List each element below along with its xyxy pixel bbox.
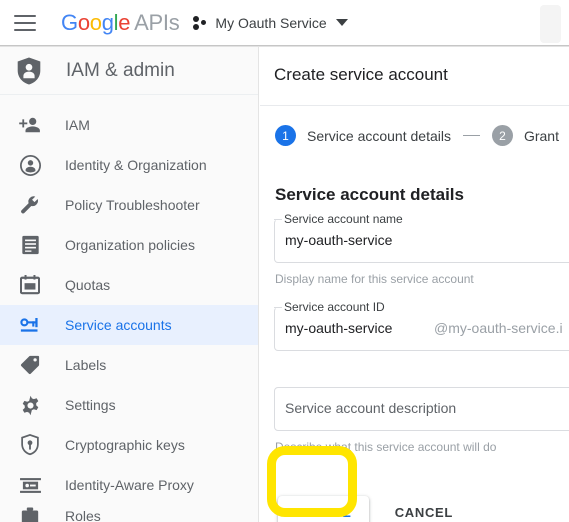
proxy-icon (19, 474, 41, 496)
sidebar-item-label: Service accounts (65, 317, 172, 333)
logo-letter-o2: o (89, 9, 102, 35)
sidebar-item-label: Settings (65, 397, 116, 413)
sidebar-item-identity-organization[interactable]: Identity & Organization (0, 145, 258, 185)
sidebar-item-label: IAM (65, 117, 90, 133)
chevron-down-icon[interactable] (335, 19, 348, 26)
sidebar-item-organization-policies[interactable]: Organization policies (0, 225, 258, 265)
tag-icon (19, 354, 41, 376)
sidebar-item-label: Identity-Aware Proxy (65, 477, 194, 493)
person-add-icon (19, 114, 41, 136)
sidebar-header: IAM & admin (0, 47, 258, 95)
sidebar-item-service-accounts[interactable]: Service accounts (0, 305, 258, 345)
top-right-button[interactable] (540, 5, 561, 43)
hamburger-menu-icon[interactable] (14, 14, 36, 31)
wrench-icon (19, 194, 41, 216)
step-1-number[interactable]: 1 (275, 125, 296, 146)
service-account-description-helper: Describe what this service account will … (275, 440, 497, 454)
top-bar: Google APIs My Oauth Service (0, 0, 569, 45)
sidebar-item-identity-aware-proxy[interactable]: Identity-Aware Proxy (0, 465, 258, 505)
service-account-description-placeholder: Service account description (285, 400, 457, 416)
list-document-icon (19, 234, 41, 256)
cancel-button[interactable]: CANCEL (395, 505, 453, 520)
gear-icon (19, 394, 41, 416)
service-account-name-value[interactable]: my-oauth-service (285, 232, 392, 248)
logo-letter-e: e (118, 9, 131, 35)
service-account-name-helper: Display name for this service account (275, 272, 474, 286)
cloud-project-icon (193, 15, 208, 30)
sidebar-item-label: Roles (65, 508, 101, 522)
sidebar-item-settings[interactable]: Settings (0, 385, 258, 425)
service-account-name-field[interactable]: Service account name my-oauth-service (274, 212, 569, 263)
shield-key-icon (19, 434, 41, 456)
project-name: My Oauth Service (215, 14, 327, 31)
sidebar-item-cryptographic-keys[interactable]: Cryptographic keys (0, 425, 258, 465)
service-account-id-field[interactable]: Service account ID my-oauth-service @my-… (274, 300, 569, 351)
logo-apis-text: APIs (134, 9, 180, 35)
section-title: Service account details (275, 185, 464, 204)
sidebar-item-policy-troubleshooter[interactable]: Policy Troubleshooter (0, 185, 258, 225)
field-notch-left (274, 219, 282, 220)
logo-letter-g2: g (101, 9, 114, 35)
step-1-label[interactable]: Service account details (307, 128, 451, 144)
stepper: 1 Service account details 2 Grant (260, 106, 569, 146)
service-account-id-suffix: @my-oauth-service.i (434, 320, 563, 336)
sidebar-item-label: Quotas (65, 277, 111, 293)
logo-letter-o1: o (77, 9, 90, 35)
sidebar-item-labels[interactable]: Labels (0, 345, 258, 385)
logo-letter-g: G (61, 9, 78, 35)
field-notch-left (274, 307, 282, 308)
service-account-name-label: Service account name (282, 212, 405, 226)
step-2-number[interactable]: 2 (491, 125, 513, 146)
form-actions: CREATE CANCEL (260, 482, 569, 522)
top-bar-divider (0, 45, 569, 47)
page-title: Create service account (274, 65, 448, 84)
sidebar-item-label: Cryptographic keys (65, 437, 185, 453)
main-panel: Create service account 1 Service account… (260, 47, 569, 522)
sidebar-item-label: Identity & Organization (65, 157, 207, 173)
sidebar: IAM & admin IAM Identity & Organization … (0, 47, 259, 522)
sidebar-nav: IAM Identity & Organization Policy Troub… (0, 95, 258, 522)
sidebar-item-label: Policy Troubleshooter (65, 197, 200, 213)
shield-person-icon (17, 57, 41, 84)
service-account-id-label: Service account ID (282, 300, 387, 314)
quota-gauge-icon (19, 274, 41, 296)
create-button[interactable]: CREATE (278, 495, 369, 522)
key-card-icon (19, 314, 41, 336)
sidebar-item-iam[interactable]: IAM (0, 105, 258, 145)
google-apis-logo[interactable]: Google APIs (61, 9, 180, 36)
sidebar-item-quotas[interactable]: Quotas (0, 265, 258, 305)
app-root: GoogleAPIs My Oauth Service IAM & admin (0, 0, 569, 522)
account-circle-icon (19, 154, 41, 176)
step-2-label[interactable]: Grant (524, 128, 559, 144)
sidebar-item-label: Organization policies (65, 237, 195, 253)
sidebar-item-label: Labels (65, 357, 107, 373)
sidebar-title: IAM & admin (66, 59, 175, 81)
step-connector (462, 135, 480, 136)
sidebar-item-roles[interactable]: Roles (0, 505, 258, 522)
service-account-id-value[interactable]: my-oauth-service (285, 320, 392, 336)
roles-icon (19, 505, 41, 522)
service-account-description-field[interactable]: Service account description (274, 387, 569, 431)
project-selector[interactable]: My Oauth Service (193, 14, 348, 31)
